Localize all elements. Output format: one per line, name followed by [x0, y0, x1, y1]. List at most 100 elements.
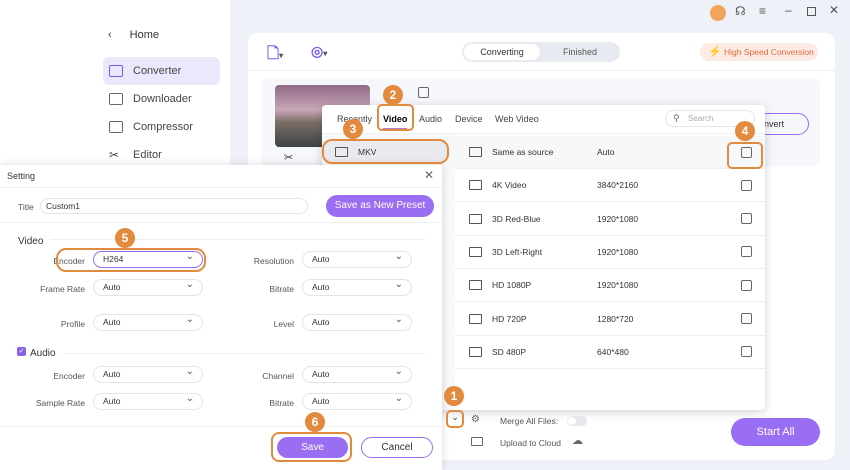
field-select[interactable]: Auto [302, 391, 412, 410]
audio-checkbox[interactable]: ✓ [17, 347, 26, 356]
dialog-title: Setting [7, 171, 36, 181]
step-badge: 4 [735, 121, 755, 141]
tab-device[interactable]: Device [455, 114, 483, 124]
preset-row[interactable]: SD 480P 640*480 [455, 336, 765, 369]
video-format-icon [469, 346, 482, 357]
preset-name: 3D Left-Right [492, 246, 543, 257]
divider [50, 239, 425, 240]
divider [0, 426, 442, 427]
headset-icon[interactable]: ☊ [735, 4, 746, 18]
video-format-icon [469, 180, 482, 191]
field-select[interactable]: Auto [302, 312, 412, 331]
close-window-icon[interactable]: ✕ [829, 3, 839, 17]
field-label: Sample Rate [35, 398, 85, 408]
edit-icon[interactable] [741, 213, 752, 225]
add-file-icon[interactable]: 🗋▾ [267, 43, 283, 68]
status-tabs: Converting Finished [462, 42, 620, 62]
maximize-icon[interactable] [807, 7, 816, 16]
edit-icon[interactable] [741, 279, 752, 291]
step-badge: 5 [115, 228, 135, 248]
edit-icon[interactable] [741, 179, 752, 191]
start-all-button[interactable]: Start All [731, 418, 820, 446]
tab-audio[interactable]: Audio [419, 114, 442, 124]
field-label: Resolution [253, 256, 294, 266]
save-as-new-preset-button[interactable]: Save as New Preset [326, 195, 434, 217]
scissors-icon: ✂ [109, 148, 120, 162]
minimize-icon[interactable]: – [785, 3, 792, 17]
field-select[interactable]: Auto [302, 277, 412, 296]
preset-row[interactable]: 4K Video 3840*2160 [455, 169, 765, 203]
sidebar-item-compressor[interactable]: Compressor [103, 113, 220, 141]
field-label: Bitrate [269, 284, 294, 294]
preset-resolution: 1920*1080 [597, 280, 639, 291]
preset-name: HD 1080P [492, 280, 532, 291]
preset-name: SD 480P [492, 346, 527, 357]
home-link[interactable]: ‹ Home [108, 29, 159, 41]
preset-name: 4K Video [492, 180, 527, 191]
close-icon[interactable]: ✕ [424, 168, 434, 182]
step-highlight [56, 248, 206, 272]
sidebar-item-downloader[interactable]: Downloader [103, 85, 220, 113]
preset-row[interactable]: Same as source Auto [455, 136, 765, 169]
edit-icon[interactable] [741, 313, 752, 324]
tab-web-video[interactable]: Web Video [495, 114, 539, 124]
high-speed-conversion-button[interactable]: ⚡ High Speed Conversion [700, 43, 818, 61]
preset-name: Same as source [492, 147, 554, 157]
settings-icon[interactable]: ⚙ [471, 414, 480, 425]
audio-section-label: Audio [30, 348, 56, 359]
search-icon: ⚲ [673, 113, 680, 123]
field-select[interactable]: Auto [302, 249, 412, 268]
title-input[interactable]: Custom1 [40, 198, 308, 214]
trim-icon[interactable]: ✂ [284, 151, 293, 164]
cloud-icon[interactable]: ☁ [572, 434, 583, 447]
preset-row[interactable]: 3D Red-Blue 1920*1080 [455, 203, 765, 236]
step-highlight [446, 410, 464, 428]
field-select[interactable]: Auto [93, 277, 203, 296]
field-select[interactable]: Auto [93, 364, 203, 383]
compress-icon [109, 121, 123, 133]
add-dvd-icon[interactable]: ◎▾ [311, 43, 327, 60]
merge-label: Merge All Files: [500, 416, 559, 426]
divider [62, 353, 425, 354]
preset-row[interactable]: HD 1080P 1920*1080 [455, 269, 765, 303]
step-badge: 3 [343, 119, 363, 139]
field-select[interactable]: Auto [93, 391, 203, 410]
lightning-icon: ⚡ [708, 46, 722, 58]
preset-name: 3D Red-Blue [492, 213, 541, 224]
field-select[interactable]: Auto [302, 364, 412, 383]
menu-icon[interactable]: ≡ [759, 4, 766, 18]
step-highlight [377, 104, 414, 131]
video-format-icon [469, 280, 482, 291]
field-label: Profile [60, 319, 85, 329]
avatar[interactable] [710, 5, 726, 21]
preset-resolution: 1920*1080 [597, 213, 639, 224]
step-highlight [322, 139, 449, 164]
preset-row[interactable]: HD 720P 1280*720 [455, 303, 765, 336]
folder-icon[interactable] [471, 437, 483, 446]
tab-converting[interactable]: Converting [464, 44, 540, 60]
merge-toggle[interactable] [567, 416, 587, 426]
field-label: Channel [262, 371, 294, 381]
divider [0, 187, 442, 188]
video-section-label: Video [18, 236, 44, 247]
step-badge: 1 [444, 386, 464, 406]
preset-resolution: 3840*2160 [597, 180, 639, 191]
video-format-icon [469, 147, 482, 157]
preset-resolution: 640*480 [597, 346, 629, 357]
divider [248, 70, 835, 71]
sidebar-item-converter[interactable]: Converter [103, 57, 220, 85]
preset-row[interactable]: 3D Left-Right 1920*1080 [455, 236, 765, 269]
field-label: Encoder [53, 371, 85, 381]
cancel-button[interactable]: Cancel [361, 437, 433, 458]
video-format-icon [469, 246, 482, 257]
edit-icon[interactable] [741, 346, 752, 358]
preset-resolution: 1280*720 [597, 313, 634, 324]
field-select[interactable]: Auto [93, 312, 203, 331]
preset-resolution: Auto [597, 147, 615, 157]
step-highlight [727, 142, 763, 169]
video-format-icon [469, 213, 482, 224]
step-badge: 6 [305, 412, 325, 432]
edit-name-icon[interactable] [418, 87, 429, 98]
edit-icon[interactable] [741, 246, 752, 258]
tab-finished[interactable]: Finished [542, 42, 618, 62]
